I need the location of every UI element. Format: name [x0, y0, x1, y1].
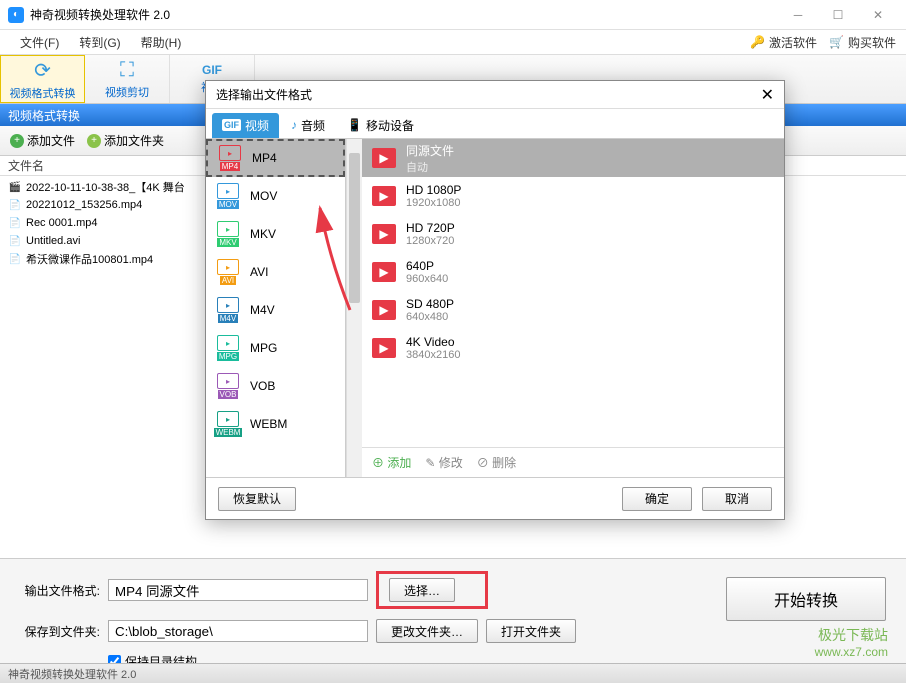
format-item-mpg[interactable]: ▸MPGMPG — [206, 329, 345, 367]
maximize-button[interactable]: ☐ — [818, 0, 858, 30]
preset-play-icon: ▶ — [372, 186, 396, 206]
format-list: ▸MP4MP4▸MOVMOV▸MKVMKV▸AVIAVI▸M4VM4V▸MPGM… — [206, 139, 346, 477]
format-item-avi[interactable]: ▸AVIAVI — [206, 253, 345, 291]
add-file-button[interactable]: + 添加文件 — [6, 130, 79, 151]
format-badge-icon: ▸M4V — [214, 297, 242, 323]
video-file-icon: 📄 — [8, 253, 22, 265]
format-item-vob[interactable]: ▸VOBVOB — [206, 367, 345, 405]
crop-icon: ⛶ — [120, 59, 134, 82]
preset-item[interactable]: ▶SD 480P640x480 — [362, 291, 784, 329]
menu-help[interactable]: 帮助(H) — [131, 34, 192, 51]
format-item-mov[interactable]: ▸MOVMOV — [206, 177, 345, 215]
delete-icon: ⊘ — [477, 456, 489, 470]
preset-actions: ⊕ 添加 ✎ 修改 ⊘ 删除 — [362, 447, 784, 477]
format-item-mkv[interactable]: ▸MKVMKV — [206, 215, 345, 253]
tool-crop[interactable]: ⛶ 视频剪切 — [85, 55, 170, 103]
select-format-button[interactable]: 选择… — [389, 578, 455, 602]
format-badge-icon: ▸MPG — [214, 335, 242, 361]
tab-video[interactable]: GIF 视频 — [212, 113, 279, 138]
gif-icon: GIF — [202, 63, 222, 77]
preset-item[interactable]: ▶同源文件自动 — [362, 139, 784, 177]
video-file-icon: 📄 — [8, 217, 22, 229]
app-logo-icon: ◐ — [8, 7, 24, 23]
annotation-highlight: 选择… — [376, 571, 488, 609]
menubar: 文件(F) 转到(G) 帮助(H) 🔑 激活软件 🛒 购买软件 — [0, 30, 906, 54]
format-item-m4v[interactable]: ▸M4VM4V — [206, 291, 345, 329]
dialog-title: 选择输出文件格式 — [216, 86, 312, 103]
minimize-button[interactable]: ─ — [778, 0, 818, 30]
format-item-mp4[interactable]: ▸MP4MP4 — [206, 139, 345, 177]
dialog-close-button[interactable]: ✕ — [761, 85, 774, 105]
preset-play-icon: ▶ — [372, 148, 396, 168]
ok-button[interactable]: 确定 — [622, 487, 692, 511]
save-to-label: 保存到文件夹: — [20, 623, 100, 640]
output-format-field[interactable] — [108, 579, 368, 601]
dialog-footer: 恢复默认 确定 取消 — [206, 477, 784, 519]
tab-audio[interactable]: ♪ 音频 — [281, 113, 335, 138]
menu-file[interactable]: 文件(F) — [10, 34, 69, 51]
app-title: 神奇视频转换处理软件 2.0 — [30, 6, 170, 23]
preset-play-icon: ▶ — [372, 224, 396, 244]
preset-item[interactable]: ▶4K Video3840x2160 — [362, 329, 784, 367]
video-file-icon: 🎬 — [8, 181, 22, 193]
status-bar: 神奇视频转换处理软件 2.0 — [0, 663, 906, 683]
titlebar: ◐ 神奇视频转换处理软件 2.0 ─ ☐ ✕ — [0, 0, 906, 30]
key-icon: 🔑 — [750, 35, 765, 49]
format-item-webm[interactable]: ▸WEBMWEBM — [206, 405, 345, 443]
video-file-icon: 📄 — [8, 235, 22, 247]
tab-device[interactable]: 📱 移动设备 — [337, 113, 424, 138]
plus-circle-icon: ⊕ — [372, 456, 384, 470]
cart-icon: 🛒 — [829, 35, 844, 49]
menu-goto[interactable]: 转到(G) — [69, 34, 130, 51]
buy-link[interactable]: 🛒 购买软件 — [829, 34, 896, 51]
reset-button[interactable]: 恢复默认 — [218, 487, 296, 511]
preset-list: ▶同源文件自动▶HD 1080P1920x1080▶HD 720P1280x72… — [362, 139, 784, 447]
format-badge-icon: ▸MOV — [214, 183, 242, 209]
video-tab-icon: GIF — [222, 119, 241, 131]
plus-icon: + — [10, 134, 24, 148]
dialog-tabs: GIF 视频 ♪ 音频 📱 移动设备 — [206, 109, 784, 139]
format-scrollbar[interactable] — [346, 139, 362, 477]
cancel-button[interactable]: 取消 — [702, 487, 772, 511]
pencil-icon: ✎ — [425, 456, 435, 470]
device-tab-icon: 📱 — [347, 118, 362, 132]
format-badge-icon: ▸MKV — [214, 221, 242, 247]
preset-play-icon: ▶ — [372, 262, 396, 282]
change-folder-button[interactable]: 更改文件夹… — [376, 619, 478, 643]
audio-tab-icon: ♪ — [291, 118, 297, 132]
output-format-label: 输出文件格式: — [20, 582, 100, 599]
video-file-icon: 📄 — [8, 199, 22, 211]
preset-play-icon: ▶ — [372, 338, 396, 358]
preset-item[interactable]: ▶HD 720P1280x720 — [362, 215, 784, 253]
format-badge-icon: ▸MP4 — [216, 145, 244, 171]
save-to-field[interactable] — [108, 620, 368, 642]
close-button[interactable]: ✕ — [858, 0, 898, 30]
add-folder-button[interactable]: + 添加文件夹 — [83, 130, 168, 151]
bottom-panel: 输出文件格式: 选择… 开始转换 保存到文件夹: 更改文件夹… 打开文件夹 保持… — [0, 558, 906, 663]
dialog-titlebar: 选择输出文件格式 ✕ — [206, 81, 784, 109]
tool-format-convert[interactable]: ⟳ 视频格式转换 — [0, 55, 85, 103]
start-convert-button[interactable]: 开始转换 — [726, 577, 886, 621]
preset-item[interactable]: ▶HD 1080P1920x1080 — [362, 177, 784, 215]
format-badge-icon: ▸VOB — [214, 373, 242, 399]
preset-add-button[interactable]: ⊕ 添加 — [372, 454, 411, 471]
preset-play-icon: ▶ — [372, 300, 396, 320]
preset-edit-button[interactable]: ✎ 修改 — [425, 454, 462, 471]
format-badge-icon: ▸WEBM — [214, 411, 242, 437]
activate-link[interactable]: 🔑 激活软件 — [750, 34, 817, 51]
open-folder-button[interactable]: 打开文件夹 — [486, 619, 576, 643]
watermark: 极光下载站 www.xz7.com — [815, 625, 888, 659]
preset-item[interactable]: ▶640P960x640 — [362, 253, 784, 291]
format-badge-icon: ▸AVI — [214, 259, 242, 285]
format-dialog: 选择输出文件格式 ✕ GIF 视频 ♪ 音频 📱 移动设备 ▸MP4MP4▸MO… — [205, 80, 785, 520]
convert-icon: ⟳ — [34, 58, 51, 83]
preset-delete-button[interactable]: ⊘ 删除 — [477, 454, 516, 471]
plus-folder-icon: + — [87, 134, 101, 148]
